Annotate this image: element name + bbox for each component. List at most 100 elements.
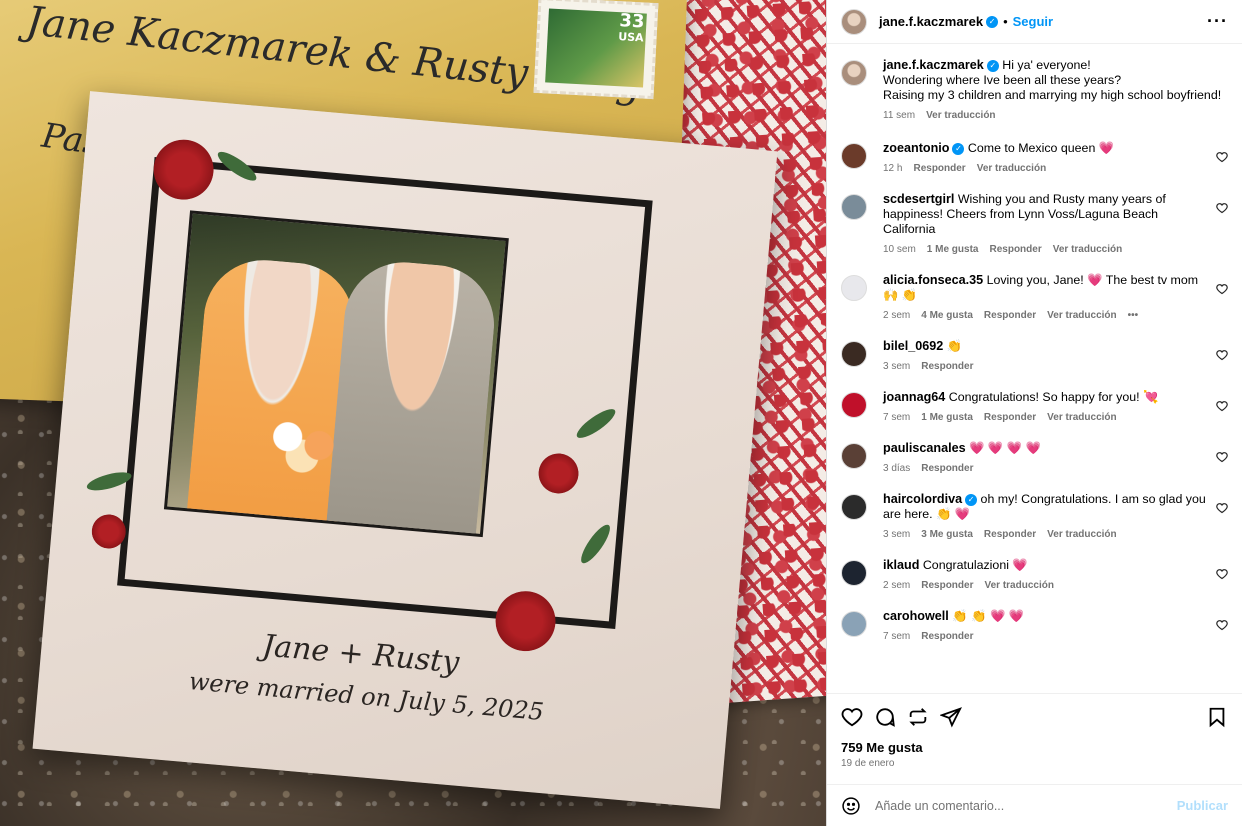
comment-likes[interactable]: 4 Me gusta [921,308,973,323]
commenter-username[interactable]: haircolordiva [883,492,962,506]
caption-line2: Wondering where Ive been all these years… [883,73,1122,87]
reply-button[interactable]: Responder [921,629,973,644]
reply-button[interactable]: Responder [984,527,1036,542]
commenter-avatar[interactable] [841,494,867,520]
comment-text: Congratulazioni [922,558,1009,572]
comment-emoji: 💗 💗 💗 💗 [969,441,1042,455]
see-translation-link[interactable]: Ver traducción [984,578,1053,593]
comment-emoji: 💘 [1143,390,1159,404]
commenter-avatar[interactable] [841,341,867,367]
verified-badge-icon: ✓ [986,15,999,28]
card-names: Jane + Rusty [260,628,461,681]
author-username[interactable]: jane.f.kaczmarek [879,14,983,29]
comment-row: iklaud Congratulazioni 💗 2 sem Responder Ve… [841,558,1228,593]
bookmark-icon[interactable] [1206,706,1228,728]
like-comment-heart-icon[interactable] [1216,282,1228,295]
card-date: were married on July 5, 2025 [187,667,545,727]
see-translation-link[interactable]: Ver traducción [1047,308,1116,323]
commenter-username[interactable]: carohowell [883,609,949,623]
see-translation-link[interactable]: Ver traducción [1047,410,1116,425]
heart-icon[interactable] [841,706,863,728]
follow-button[interactable]: Seguir [1013,14,1053,29]
caption-time[interactable]: 11 sem [883,108,915,123]
commenter-username[interactable]: iklaud [883,558,919,572]
like-comment-heart-icon[interactable] [1216,399,1228,412]
reply-button[interactable]: Responder [921,578,973,593]
commenter-username[interactable]: zoeantonio [883,141,949,155]
postage-stamp: 33 USA [533,0,659,100]
comment-time[interactable]: 3 días [883,461,910,476]
commenter-avatar[interactable] [841,143,867,169]
comment-row: carohowell 👏 👏 💗 💗 7 sem Responder [841,609,1228,644]
comment-time[interactable]: 2 sem [883,578,910,593]
comment-emoji: 💗 [1012,558,1028,572]
comment-time[interactable]: 12 h [883,161,902,176]
caption-line3: Raising my 3 children and marrying my hi… [883,88,1222,102]
see-translation-link[interactable]: Ver traducción [977,161,1046,176]
comment-emoji: 👏 💗 [936,507,971,521]
commenter-avatar[interactable] [841,443,867,469]
like-comment-heart-icon[interactable] [1216,450,1228,463]
comment-row: joannag64 Congratulations! So happy for … [841,390,1228,425]
comment-bar: Publicar [827,784,1242,826]
comment-likes[interactable]: 1 Me gusta [921,410,973,425]
commenter-username[interactable]: pauliscanales [883,441,966,455]
like-comment-heart-icon[interactable] [1216,618,1228,631]
comment-time[interactable]: 3 sem [883,359,910,374]
comment-time[interactable]: 7 sem [883,410,910,425]
commenter-avatar[interactable] [841,392,867,418]
commenter-username[interactable]: alicia.fonseca.35 [883,273,983,287]
post-side-panel: jane.f.kaczmarek ✓ • Seguir ··· jane.f.k… [826,0,1242,826]
reply-button[interactable]: Responder [989,242,1041,257]
comment-row: bilel_0692 👏 3 sem Responder [841,339,1228,374]
see-translation-link[interactable]: Ver traducción [1047,527,1116,542]
emoji-icon[interactable] [841,796,861,816]
commenter-avatar[interactable] [841,611,867,637]
comment-emoji: 👏 [946,339,963,353]
repost-icon[interactable] [907,706,929,728]
like-comment-heart-icon[interactable] [1216,567,1228,580]
caption-line1: Hi ya' everyone! [1002,58,1091,72]
comment-time[interactable]: 7 sem [883,629,910,644]
like-comment-heart-icon[interactable] [1216,201,1228,214]
commenter-avatar[interactable] [841,194,867,220]
see-translation-link[interactable]: Ver traducción [1053,242,1122,257]
more-options-icon[interactable]: ··· [1207,11,1228,32]
post-date[interactable]: 19 de enero [841,758,894,769]
comment-time[interactable]: 3 sem [883,527,910,542]
reply-button[interactable]: Responder [921,359,973,374]
like-comment-heart-icon[interactable] [1216,501,1228,514]
reply-button[interactable]: Responder [984,410,1036,425]
comment-likes[interactable]: 3 Me gusta [921,527,973,542]
comment-more-options[interactable]: ••• [1128,308,1139,323]
comment-icon[interactable] [874,706,896,728]
commenter-avatar[interactable] [841,560,867,586]
commenter-username[interactable]: bilel_0692 [883,339,943,353]
separator-dot: • [1003,14,1008,29]
publish-button[interactable]: Publicar [1177,798,1228,813]
like-comment-heart-icon[interactable] [1216,150,1228,163]
commenter-username[interactable]: joannag64 [883,390,945,404]
author-avatar[interactable] [841,60,867,86]
author-avatar[interactable] [841,8,867,35]
post-photo[interactable]: Jane Kaczmarek & Rusty Long Pas... 33 US… [0,0,826,826]
comment-time[interactable]: 10 sem [883,242,916,257]
see-translation-link[interactable]: Ver traducción [926,108,995,123]
caption: jane.f.kaczmarek ✓ Hi ya' everyone! Wonde… [841,58,1228,123]
like-comment-heart-icon[interactable] [1216,348,1228,361]
commenter-username[interactable]: scdesertgirl [883,192,954,206]
comment-likes[interactable]: 1 Me gusta [927,242,979,257]
comment-row: pauliscanales 💗 💗 💗 💗 3 días Responder [841,441,1228,476]
comment-input[interactable] [875,798,1177,813]
comments-list[interactable]: jane.f.kaczmarek ✓ Hi ya' everyone! Wonde… [827,44,1242,694]
reply-button[interactable]: Responder [913,161,965,176]
comment-row: scdesertgirl Wishing you and Rusty many … [841,192,1228,257]
reply-button[interactable]: Responder [984,308,1036,323]
send-icon[interactable] [940,706,962,728]
caption-username[interactable]: jane.f.kaczmarek [883,58,984,72]
likes-count[interactable]: 759 Me gusta [841,740,923,755]
verified-badge-icon: ✓ [986,59,999,72]
reply-button[interactable]: Responder [921,461,973,476]
commenter-avatar[interactable] [841,275,867,301]
comment-time[interactable]: 2 sem [883,308,910,323]
